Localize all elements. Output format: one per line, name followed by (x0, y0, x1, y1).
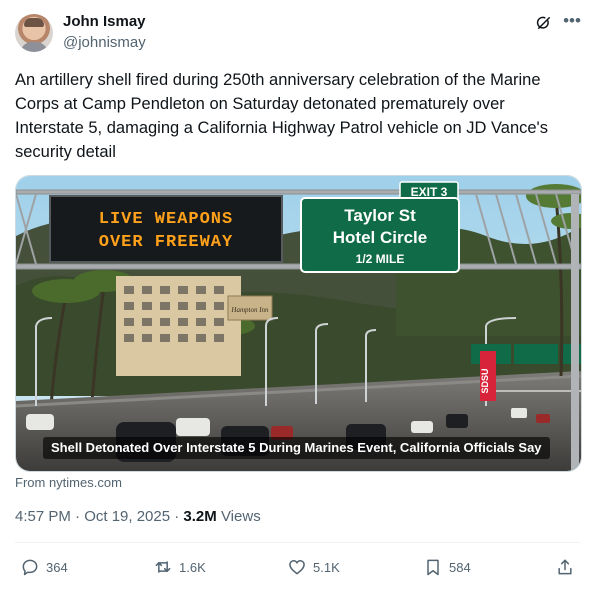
repost-count: 1.6K (179, 559, 206, 575)
timestamp[interactable]: 4:57 PM · Oct 19, 2025 · (15, 508, 183, 525)
tweet-text: An artillery shell fired during 250th an… (15, 71, 548, 161)
reply-icon (22, 559, 38, 576)
media-caption: Shell Detonated Over Interstate 5 During… (43, 437, 550, 459)
like-button[interactable]: 5.1K (287, 556, 340, 578)
share-icon (558, 559, 572, 575)
avatar[interactable] (15, 14, 53, 52)
views-label: Views (216, 508, 261, 525)
views-count: 3.2M (183, 508, 217, 525)
bookmark-count: 584 (449, 559, 471, 575)
repost-icon (155, 561, 171, 573)
grok-icon[interactable] (535, 14, 553, 32)
divider (15, 542, 580, 543)
side-sign-text: SDSU (480, 368, 490, 393)
reply-button[interactable]: 364 (20, 556, 68, 578)
avatar-shoulders (20, 42, 48, 52)
exit-tab-text: EXIT 3 (411, 185, 448, 199)
author-handle[interactable]: @johnismay (63, 34, 146, 51)
like-count: 5.1K (313, 559, 340, 575)
hotel-sign-text: Hampton Inn (230, 306, 269, 314)
led-sign-line1: LIVE WEAPONS (99, 210, 233, 229)
link-source[interactable]: From nytimes.com (15, 475, 122, 490)
like-icon (289, 560, 305, 575)
tweet-header: John Ismay @johnismay ••• (15, 12, 581, 56)
tweet-meta: 4:57 PM · Oct 19, 2025 · 3.2M Views (15, 508, 261, 525)
repost-button[interactable]: 1.6K (153, 556, 206, 578)
more-icon[interactable]: ••• (562, 12, 582, 33)
green-sign-line3: 1/2 MILE (356, 252, 405, 266)
led-sign-line2: OVER FREEWAY (99, 233, 233, 252)
bookmark-button[interactable]: 584 (423, 556, 471, 578)
reply-count: 364 (46, 559, 68, 575)
avatar-hair (24, 18, 44, 27)
green-sign-line2: Hotel Circle (333, 228, 427, 247)
bookmark-icon (427, 559, 439, 576)
action-bar: 364 1.6K 5.1K 584 (15, 556, 580, 578)
share-button[interactable] (555, 556, 581, 578)
author-name[interactable]: John Ismay (63, 13, 146, 30)
green-sign-line1: Taylor St (344, 206, 416, 225)
tweet-media[interactable]: SDSU LIVE WEAPONS OVER FREEWAY EXIT 3 Ta… (15, 175, 582, 472)
